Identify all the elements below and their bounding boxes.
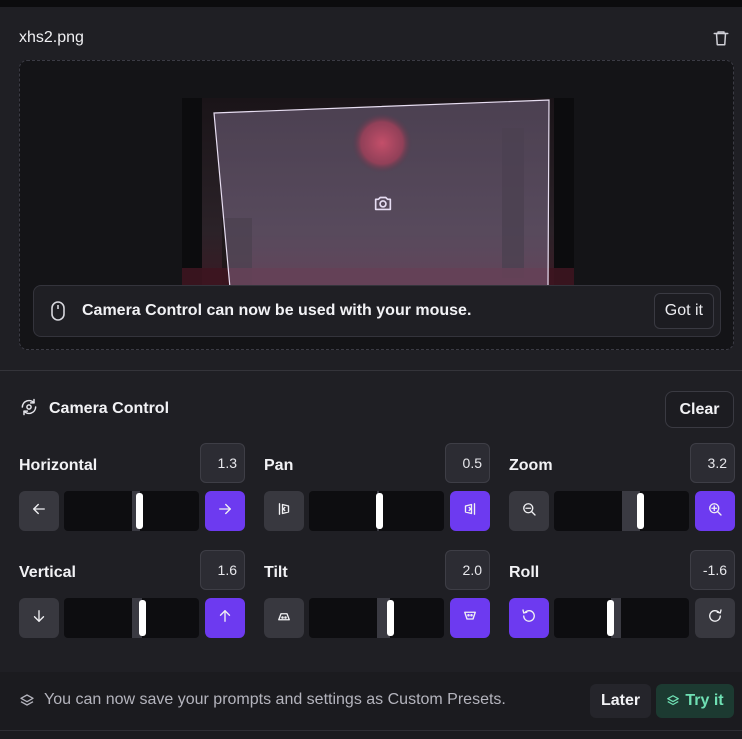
pan-increase-button[interactable]: [450, 491, 490, 531]
zoom-in-icon: [706, 500, 724, 523]
top-bar: [0, 0, 742, 7]
control-pan: Pan 0.5: [264, 443, 490, 533]
zoom-out-icon: [520, 500, 538, 523]
later-button[interactable]: Later: [590, 684, 651, 718]
rotate-ccw-icon: [520, 607, 538, 630]
zoom-value[interactable]: 3.2: [690, 443, 735, 483]
horizontal-decrease-button[interactable]: [19, 491, 59, 531]
tilt-down-icon: [275, 607, 293, 630]
try-it-button[interactable]: Try it: [656, 684, 734, 718]
presets-message: You can now save your prompts and settin…: [44, 691, 506, 708]
control-horizontal: Horizontal 1.3: [19, 443, 245, 533]
zoom-slider-thumb[interactable]: [637, 493, 644, 529]
control-roll: Roll -1.6: [509, 550, 735, 640]
file-header: xhs2.png: [19, 26, 731, 50]
camera-control-header: Camera Control: [19, 396, 169, 422]
horizontal-increase-button[interactable]: [205, 491, 245, 531]
pan-slider[interactable]: [309, 491, 444, 531]
vertical-increase-button[interactable]: [205, 598, 245, 638]
mouse-icon: [34, 285, 82, 337]
zoom-label: Zoom: [509, 457, 553, 474]
clear-button[interactable]: Clear: [665, 391, 734, 428]
tilt-increase-button[interactable]: [450, 598, 490, 638]
arrow-left-icon: [30, 500, 48, 523]
try-it-label: Try it: [685, 692, 724, 709]
horizontal-value[interactable]: 1.3: [200, 443, 245, 483]
horizontal-slider-thumb[interactable]: [136, 493, 143, 529]
zoom-slider[interactable]: [554, 491, 689, 531]
pan-left-icon: [275, 500, 293, 523]
got-it-button[interactable]: Got it: [653, 293, 714, 329]
camera-control-icon: [19, 397, 39, 422]
camera-control-title: Camera Control: [49, 400, 170, 417]
pan-decrease-button[interactable]: [264, 491, 304, 531]
arrow-down-icon: [30, 607, 48, 630]
pan-slider-thumb[interactable]: [376, 493, 383, 529]
control-vertical: Vertical 1.6: [19, 550, 245, 640]
horizontal-slider[interactable]: [64, 491, 199, 531]
control-zoom: Zoom 3.2: [509, 443, 735, 533]
horizontal-label: Horizontal: [19, 457, 98, 474]
zoom-increase-button[interactable]: [695, 491, 735, 531]
roll-slider[interactable]: [554, 598, 689, 638]
roll-label: Roll: [509, 564, 540, 581]
vertical-slider[interactable]: [64, 598, 199, 638]
arrow-right-icon: [216, 500, 234, 523]
tilt-slider-thumb[interactable]: [387, 600, 394, 636]
vertical-value[interactable]: 1.6: [200, 550, 245, 590]
roll-slider-thumb[interactable]: [607, 600, 614, 636]
file-name: xhs2.png: [19, 29, 84, 46]
camera-icon: [372, 192, 394, 214]
toast-message: Camera Control can now be used with your…: [82, 302, 472, 319]
layers-icon: [667, 695, 680, 706]
pan-value[interactable]: 0.5: [445, 443, 490, 483]
vertical-decrease-button[interactable]: [19, 598, 59, 638]
section-divider: [0, 370, 742, 371]
zoom-decrease-button[interactable]: [509, 491, 549, 531]
tilt-decrease-button[interactable]: [264, 598, 304, 638]
roll-value[interactable]: -1.6: [690, 550, 735, 590]
tilt-label: Tilt: [264, 564, 288, 581]
roll-increase-button[interactable]: [695, 598, 735, 638]
vertical-label: Vertical: [19, 564, 76, 581]
image-preview[interactable]: Camera Control can now be used with your…: [19, 60, 734, 350]
pan-label: Pan: [264, 457, 294, 474]
mouse-control-toast: Camera Control can now be used with your…: [33, 285, 721, 337]
vertical-slider-thumb[interactable]: [139, 600, 146, 636]
roll-decrease-button[interactable]: [509, 598, 549, 638]
tilt-value[interactable]: 2.0: [445, 550, 490, 590]
tilt-slider[interactable]: [309, 598, 444, 638]
control-tilt: Tilt 2.0: [264, 550, 490, 640]
bottom-divider: [0, 730, 742, 731]
arrow-up-icon: [216, 607, 234, 630]
rotate-cw-icon: [706, 607, 724, 630]
pan-right-icon: [461, 500, 479, 523]
layers-icon: [19, 693, 35, 709]
tilt-up-icon: [461, 607, 479, 630]
trash-icon[interactable]: [711, 28, 731, 48]
presets-banner: You can now save your prompts and settin…: [0, 672, 742, 739]
